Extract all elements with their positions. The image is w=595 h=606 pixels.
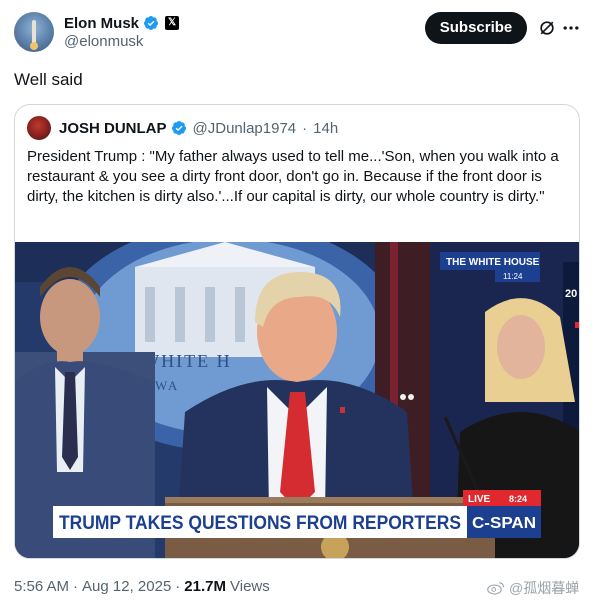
- author-name-row: Elon Musk 𝕏: [64, 13, 180, 33]
- verified-badge-icon: [171, 121, 186, 135]
- post-text: Well said: [14, 70, 83, 89]
- post-time[interactable]: 5:56 AM: [14, 578, 69, 595]
- verified-badge-icon: [144, 16, 159, 30]
- live-label: LIVE: [468, 494, 491, 505]
- quoted-header: JOSH DUNLAP @JDunlap1974 · 14h: [27, 116, 338, 140]
- quoted-author-handle[interactable]: @JDunlap1974: [193, 120, 297, 137]
- rocket-flame: [30, 42, 38, 50]
- author-handle[interactable]: @elonmusk: [64, 33, 143, 50]
- network-logo: C-SPAN: [472, 515, 536, 532]
- more-icon[interactable]: [561, 18, 581, 38]
- post-date[interactable]: Aug 12, 2025: [82, 578, 171, 595]
- subscribe-button[interactable]: Subscribe: [425, 12, 527, 44]
- post-meta: 5:56 AM · Aug 12, 2025 · 21.7M Views: [14, 578, 270, 595]
- watermark-text: @孤烟暮蝉: [509, 580, 580, 596]
- quoted-post[interactable]: JOSH DUNLAP @JDunlap1974 · 14h President…: [14, 104, 580, 559]
- separator-dot: ·: [302, 119, 308, 137]
- weibo-icon: [487, 582, 505, 595]
- grok-icon[interactable]: [537, 18, 557, 38]
- author-name[interactable]: Elon Musk: [64, 15, 139, 32]
- backdrop-text-2: WA: [155, 378, 179, 393]
- views-label: Views: [230, 578, 270, 595]
- quoted-video[interactable]: THE WHITE H WA 20 THE WHITE HOUSE 11:24 …: [15, 242, 579, 558]
- post-header: Elon Musk 𝕏 @elonmusk Subscribe: [14, 12, 581, 54]
- quoted-text: President Trump : "My father always used…: [27, 148, 559, 205]
- x-logo-icon: 𝕏: [165, 16, 180, 30]
- live-time: 8:24: [509, 494, 527, 504]
- video-frame: THE WHITE H WA 20 THE WHITE HOUSE 11:24 …: [15, 242, 579, 558]
- rocket-shape: [32, 20, 36, 44]
- quoted-author-name[interactable]: JOSH DUNLAP: [59, 120, 167, 137]
- meta-dot: ·: [175, 578, 181, 595]
- side-number: 20: [565, 288, 577, 300]
- views-count[interactable]: 21.7M: [184, 578, 226, 595]
- author-avatar[interactable]: [14, 12, 54, 52]
- meta-dot: ·: [73, 578, 79, 595]
- tv-time: 11:24: [503, 272, 523, 281]
- tv-channel: THE WHITE HOUSE: [446, 257, 540, 268]
- quoted-author-avatar[interactable]: [27, 116, 51, 140]
- watermark: @孤烟暮蝉: [487, 578, 579, 598]
- lower-third-headline: TRUMP TAKES QUESTIONS FROM REPORTERS: [59, 513, 461, 534]
- quoted-timestamp[interactable]: 14h: [313, 120, 338, 137]
